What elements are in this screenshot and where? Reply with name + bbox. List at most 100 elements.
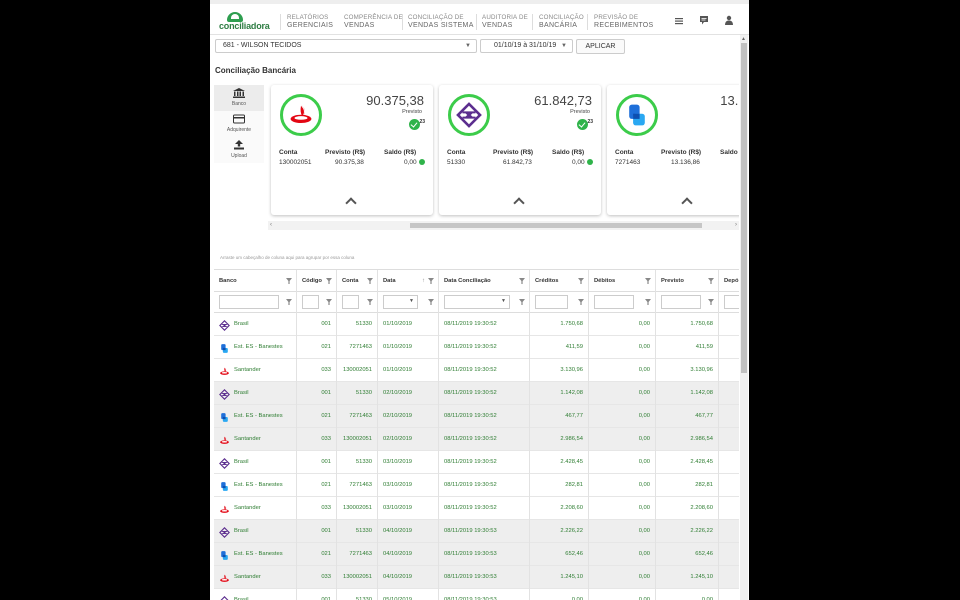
apply-button[interactable]: APLICAR — [576, 39, 625, 54]
scroll-right-icon[interactable]: › — [735, 221, 737, 230]
nav-item-previsao[interactable]: PREVISÃO DE RECEBIMENTOS — [594, 14, 653, 30]
bank-card[interactable]: 61.842,73 Previsto 23 Conta Previsto (R$… — [439, 85, 601, 215]
table-cell: Santander — [214, 359, 297, 382]
bank-logo — [280, 94, 322, 136]
column-header-8[interactable]: Depó — [719, 270, 739, 292]
column-header-6[interactable]: Débitos — [589, 270, 656, 292]
bank-card[interactable]: 90.375,38 Previsto 23 Conta Previsto (R$… — [271, 85, 433, 215]
table-row[interactable]: Santander 033 130002051 01/10/2019 08/11/201… — [214, 359, 739, 382]
chat-icon[interactable] — [699, 15, 709, 25]
table-row[interactable]: Santander 033 130002051 02/10/2019 08/11/201… — [214, 428, 739, 451]
table-cell: 05/10/2019 — [378, 589, 439, 600]
column-filter-input[interactable] — [594, 295, 634, 309]
table-row[interactable]: Est. ES - Banestes 021 7271463 03/10/2019 08… — [214, 474, 739, 497]
scroll-up-icon[interactable]: ▲ — [741, 36, 746, 42]
column-header-5[interactable]: Créditos — [530, 270, 589, 292]
filter-icon[interactable] — [367, 278, 373, 284]
table-cell: 021 — [297, 336, 337, 359]
filter-icon[interactable] — [519, 278, 525, 284]
table-cell: 1.142,08 — [530, 382, 589, 405]
card-col-previsto: Previsto (R$) — [325, 149, 366, 156]
nav-item-conciliacao-bancaria[interactable]: CONCILIAÇÃO BANCÁRIA — [539, 14, 584, 30]
table-cell: 01/10/2019 — [378, 336, 439, 359]
nav-item-auditoria[interactable]: AUDITORIA DE VENDAS — [482, 14, 528, 30]
table-row[interactable]: Est. ES - Banestes 021 7271463 01/10/2019 08… — [214, 336, 739, 359]
table-row[interactable]: Est. ES - Banestes 021 7271463 04/10/2019 08… — [214, 543, 739, 566]
table-row[interactable]: Brasil 001 51330 04/10/2019 08/11/2019 19:30… — [214, 520, 739, 543]
table-cell: 03/10/2019 — [378, 474, 439, 497]
filter-icon[interactable] — [428, 278, 434, 284]
column-filter-input[interactable] — [302, 295, 319, 309]
card-total-value: 90.375,38 — [366, 93, 424, 108]
bank-card[interactable]: 13.136 Conta Previsto (R$) Saldo 7271463… — [607, 85, 739, 215]
column-header-0[interactable]: Banco — [214, 270, 297, 292]
column-header-3[interactable]: Data ↑ — [378, 270, 439, 292]
filter-icon[interactable] — [578, 278, 584, 284]
nav-item-competencia[interactable]: COMPERÊNCIA DE VENDAS — [344, 14, 403, 30]
period-select[interactable]: 01/10/19 à 31/10/19 ▼ — [480, 39, 573, 53]
filter-icon[interactable] — [645, 278, 651, 284]
table-cell: 51330 — [337, 589, 378, 600]
menu-icon[interactable] — [674, 16, 684, 26]
sort-arrow-icon[interactable]: ↑ — [422, 270, 425, 292]
table-row[interactable]: Brasil 001 51330 02/10/2019 08/11/2019 19:30… — [214, 382, 739, 405]
column-filter-input[interactable]: ▼ — [444, 295, 510, 309]
filter-icon[interactable] — [367, 299, 373, 305]
app-logo[interactable]: conciliadora — [219, 12, 279, 32]
table-row[interactable]: Brasil 001 51330 01/10/2019 08/11/2019 19:30… — [214, 313, 739, 336]
table-cell: Brasil — [214, 313, 297, 336]
table-cell: 04/10/2019 — [378, 543, 439, 566]
table-cell — [719, 589, 739, 600]
filter-icon[interactable] — [428, 299, 434, 305]
chevron-up-icon[interactable] — [345, 197, 357, 209]
column-filter-input[interactable]: ▼ — [383, 295, 418, 309]
filter-icon[interactable] — [326, 299, 332, 305]
card-saldo-value: 0,00 — [572, 159, 593, 166]
filter-icon[interactable] — [519, 299, 525, 305]
filter-icon[interactable] — [645, 299, 651, 305]
column-filter-input[interactable] — [661, 295, 701, 309]
column-header-7[interactable]: Previsto — [656, 270, 719, 292]
nav-item-relatorios[interactable]: RELATÓRIOS GERENCIAIS — [287, 14, 333, 30]
scrollbar-thumb[interactable] — [410, 223, 702, 228]
table-row[interactable]: Santander 033 130002051 03/10/2019 08/11/201… — [214, 497, 739, 520]
column-filter-input[interactable] — [342, 295, 359, 309]
table-cell: 51330 — [337, 520, 378, 543]
chevron-up-icon[interactable] — [681, 197, 693, 209]
filter-icon[interactable] — [708, 278, 714, 284]
filter-icon[interactable] — [708, 299, 714, 305]
tab-upload[interactable]: Upload — [214, 137, 264, 163]
bank-icon — [219, 342, 230, 353]
filter-icon[interactable] — [286, 299, 292, 305]
chevron-up-icon[interactable] — [513, 197, 525, 209]
table-cell: 2.986,54 — [656, 428, 719, 451]
column-header-1[interactable]: Código — [297, 270, 337, 292]
scrollbar-thumb[interactable] — [741, 43, 747, 373]
column-header-2[interactable]: Conta — [337, 270, 378, 292]
tab-banco[interactable]: Banco — [214, 85, 264, 111]
column-filter-input[interactable] — [535, 295, 568, 309]
filter-icon[interactable] — [286, 278, 292, 284]
table-row[interactable]: Santander 033 130002051 04/10/2019 08/11/201… — [214, 566, 739, 589]
filter-icon[interactable] — [578, 299, 584, 305]
table-cell — [719, 313, 739, 336]
nav-item-conciliacao-vendas[interactable]: CONCILIAÇÃO DE VENDAS SISTEMA — [408, 14, 474, 30]
tab-adquirente[interactable]: Adquirente — [214, 111, 264, 137]
column-filter-input[interactable] — [219, 295, 279, 309]
scroll-left-icon[interactable]: ‹ — [270, 221, 272, 230]
grid-header-row: Banco Código Conta Data ↑ Data Conciliação Cré… — [214, 270, 739, 292]
table-cell: 021 — [297, 543, 337, 566]
table-row[interactable]: Est. ES - Banestes 021 7271463 02/10/2019 08… — [214, 405, 739, 428]
company-select[interactable]: 681 - WILSON TECIDOS ▼ — [215, 39, 477, 53]
cards-horizontal-scrollbar[interactable]: ‹ › — [268, 221, 739, 230]
table-row[interactable]: Brasil 001 51330 05/10/2019 08/11/2019 19:30… — [214, 589, 739, 600]
table-cell: 0,00 — [589, 451, 656, 474]
table-row[interactable]: Brasil 001 51330 03/10/2019 08/11/2019 19:30… — [214, 451, 739, 474]
user-icon[interactable] — [724, 15, 734, 25]
table-cell: 411,59 — [530, 336, 589, 359]
table-cell: 08/11/2019 19:30:52 — [439, 474, 530, 497]
column-filter-input[interactable] — [724, 295, 739, 309]
page-vertical-scrollbar[interactable]: ▲ — [740, 35, 748, 600]
filter-icon[interactable] — [326, 278, 332, 284]
column-header-4[interactable]: Data Conciliação — [439, 270, 530, 292]
